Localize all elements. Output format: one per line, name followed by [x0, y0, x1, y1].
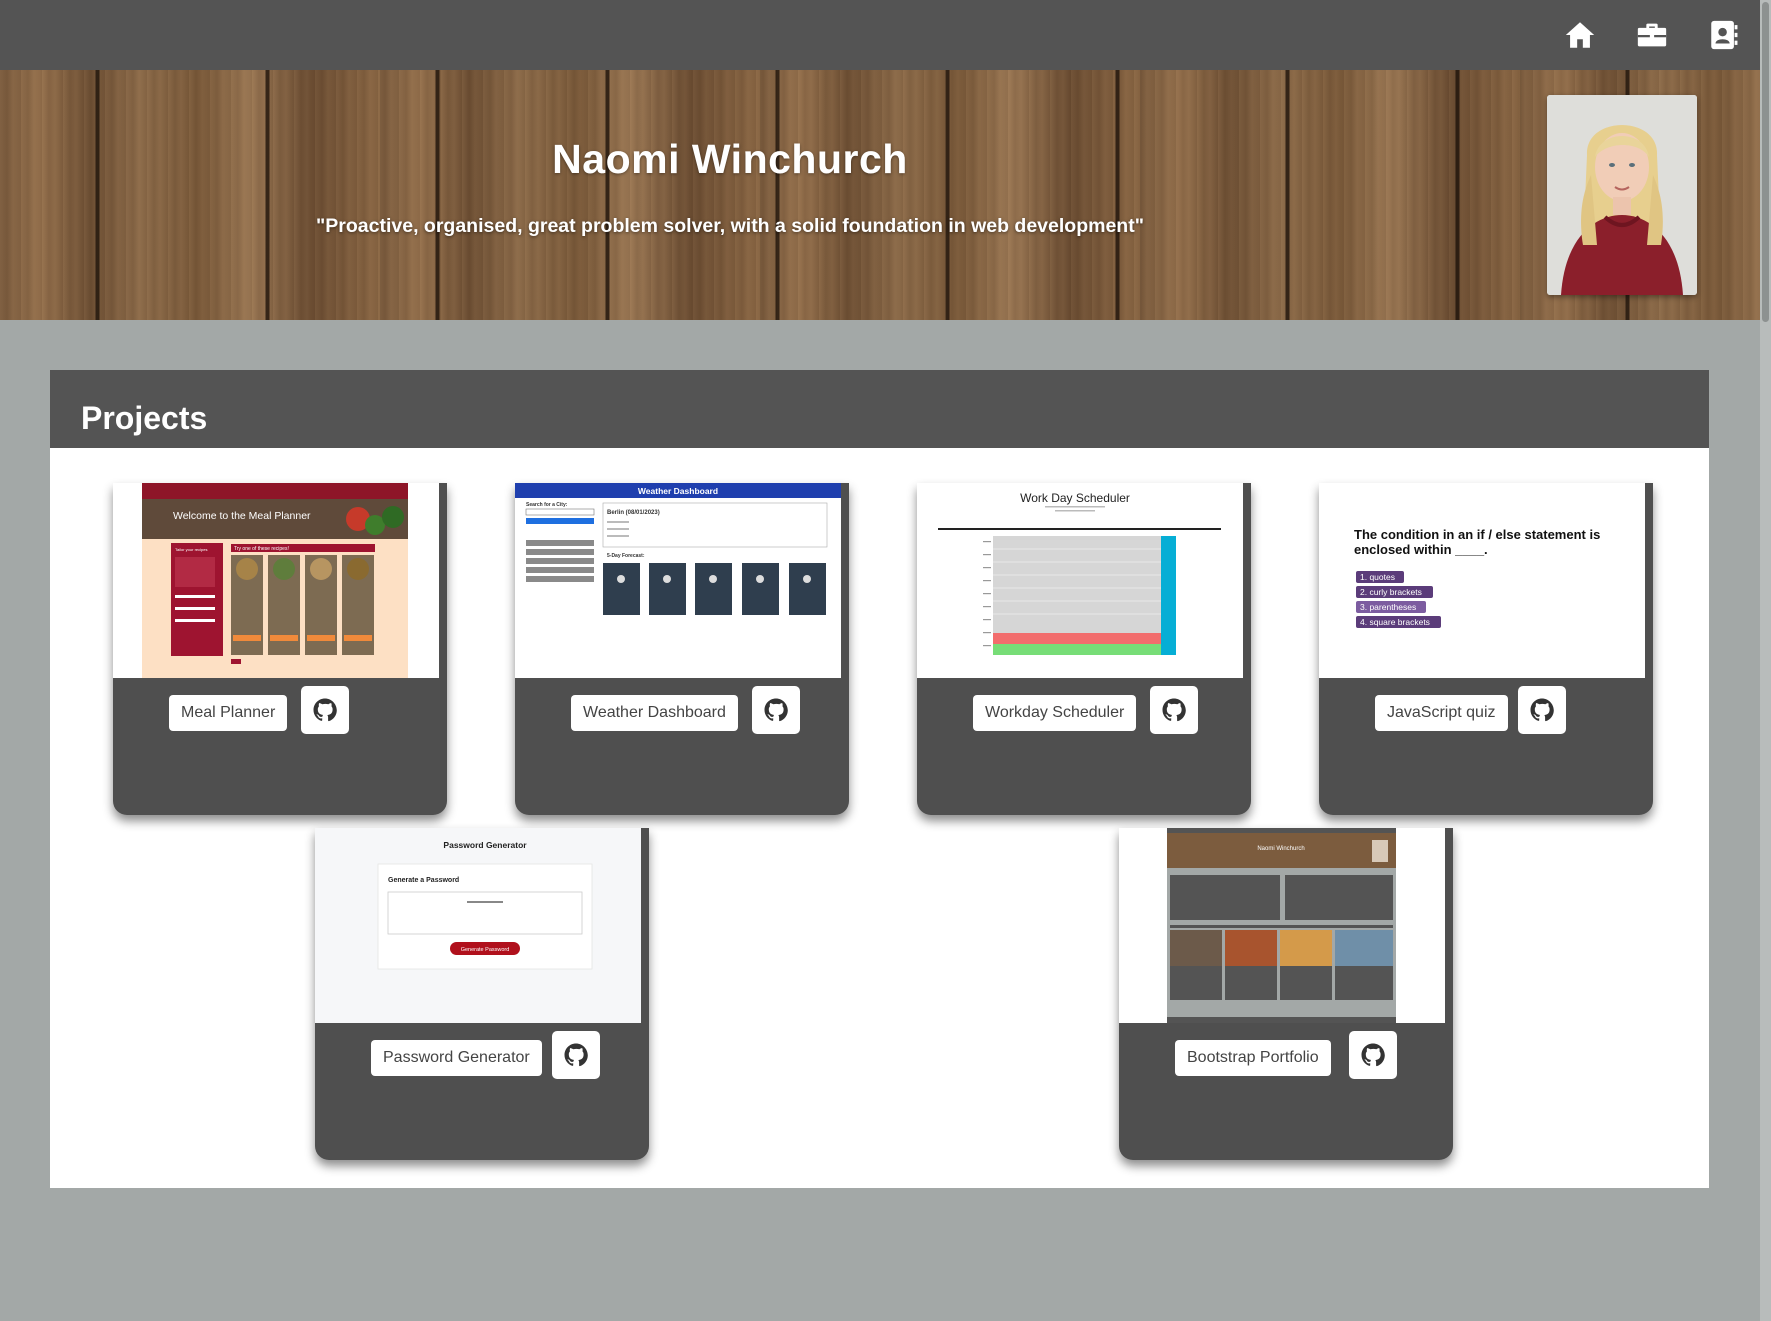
github-button[interactable] [1349, 1031, 1397, 1079]
project-card-workday-scheduler: Work Day Scheduler Workday Scheduler [917, 483, 1251, 815]
project-card-bootstrap-portfolio: Naomi Winchurch Bootstrap Portfolio [1119, 828, 1453, 1160]
home-icon[interactable] [1563, 18, 1597, 52]
projects-section: Projects Welcome to the Meal Planner Tai… [50, 370, 1709, 1188]
svg-text:3. parentheses: 3. parentheses [1360, 602, 1416, 612]
github-button[interactable] [1518, 686, 1566, 734]
project-screenshot[interactable]: Weather Dashboard Search for a City: Ber… [515, 483, 841, 678]
github-icon [564, 1043, 588, 1067]
svg-text:Tailor your recipes: Tailor your recipes [175, 547, 207, 552]
banner-text: Welcome to the Meal Planner [173, 510, 311, 522]
svg-text:4. square brackets: 4. square brackets [1360, 617, 1430, 627]
svg-text:Weather Dashboard: Weather Dashboard [638, 486, 718, 496]
github-button[interactable] [552, 1031, 600, 1079]
project-link-javascript-quiz[interactable]: JavaScript quiz [1375, 695, 1508, 731]
svg-text:1. quotes: 1. quotes [1360, 572, 1395, 582]
page-scrollbar[interactable] [1760, 0, 1771, 1321]
github-button[interactable] [1150, 686, 1198, 734]
github-icon [1361, 1043, 1385, 1067]
contact-card-icon[interactable] [1707, 18, 1741, 52]
svg-text:Search for a City:: Search for a City: [526, 502, 568, 508]
project-screenshot[interactable]: Naomi Winchurch [1119, 828, 1445, 1023]
svg-text:Try one of these recipes!: Try one of these recipes! [234, 546, 289, 552]
svg-text:Generate Password: Generate Password [461, 947, 510, 953]
tagline: "Proactive, organised, great problem sol… [316, 215, 1144, 237]
project-screenshot[interactable]: Password Generator Generate a Password G… [315, 828, 641, 1023]
svg-text:2. curly brackets: 2. curly brackets [1360, 587, 1422, 597]
page-title: Naomi Winchurch [552, 136, 908, 182]
github-button[interactable] [301, 686, 349, 734]
project-card-javascript-quiz: The condition in an if / else statement … [1319, 483, 1653, 815]
project-card-password-generator: Password Generator Generate a Password G… [315, 828, 649, 1160]
github-button[interactable] [752, 686, 800, 734]
project-link-workday-scheduler[interactable]: Workday Scheduler [973, 695, 1137, 731]
github-icon [764, 698, 788, 722]
section-title: Projects [81, 400, 208, 436]
svg-text:Generate a Password: Generate a Password [388, 877, 459, 884]
project-link-weather-dashboard[interactable]: Weather Dashboard [571, 695, 738, 731]
project-link-meal-planner[interactable]: Meal Planner [169, 695, 288, 731]
project-link-bootstrap-portfolio[interactable]: Bootstrap Portfolio [1175, 1040, 1331, 1076]
svg-text:5-Day Forecast:: 5-Day Forecast: [607, 553, 645, 559]
project-screenshot[interactable]: Work Day Scheduler [917, 483, 1243, 678]
project-link-password-generator[interactable]: Password Generator [371, 1040, 542, 1076]
svg-text:Naomi Winchurch: Naomi Winchurch [1257, 846, 1304, 852]
project-screenshot[interactable]: The condition in an if / else statement … [1319, 483, 1645, 678]
top-nav [0, 0, 1760, 70]
svg-text:Work Day Scheduler: Work Day Scheduler [1020, 491, 1130, 505]
projects-header: Projects [50, 370, 1709, 448]
github-icon [313, 698, 337, 722]
project-card-meal-planner: Welcome to the Meal Planner Tailor your … [113, 483, 447, 815]
github-icon [1162, 698, 1186, 722]
hero-header: Naomi Winchurch "Proactive, organised, g… [0, 70, 1760, 320]
briefcase-icon[interactable] [1635, 18, 1669, 52]
project-card-weather-dashboard: Weather Dashboard Search for a City: Ber… [515, 483, 849, 815]
profile-photo [1547, 95, 1697, 295]
svg-text:Password Generator: Password Generator [443, 840, 527, 850]
project-screenshot[interactable]: Welcome to the Meal Planner Tailor your … [113, 483, 439, 678]
svg-text:Berlin (08/01/2023): Berlin (08/01/2023) [607, 510, 660, 516]
scrollbar-thumb[interactable] [1762, 2, 1769, 322]
github-icon [1530, 698, 1554, 722]
